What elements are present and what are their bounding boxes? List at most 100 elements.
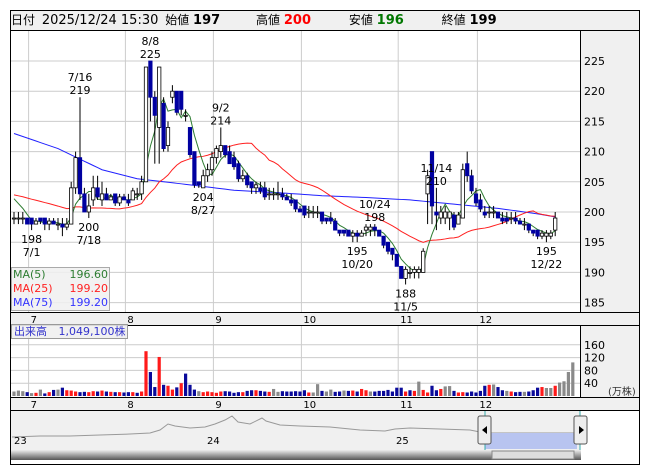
scrollbar-thumb[interactable]	[491, 450, 575, 460]
price-annotation-date: 8/8	[142, 35, 160, 48]
candle-body	[280, 193, 285, 198]
candle-body	[104, 193, 109, 201]
volume-bar	[197, 391, 201, 396]
candle-body	[262, 187, 267, 198]
volume-bar	[421, 389, 425, 396]
price-tick-label: 190	[584, 266, 605, 279]
volume-bar	[342, 390, 346, 396]
candle-body	[473, 193, 479, 204]
candle-body	[38, 217, 43, 222]
volume-tick-label: 160	[584, 339, 605, 352]
candle-body	[64, 223, 69, 228]
volume-bar	[38, 389, 42, 396]
volume-bar	[192, 389, 196, 396]
candle-body	[192, 151, 197, 186]
candle-body	[451, 214, 457, 228]
month-row-bg-2	[10, 397, 640, 410]
candle-body	[434, 211, 439, 216]
volume-bar	[118, 392, 122, 396]
volume-bar	[566, 372, 570, 396]
candle-body	[231, 157, 237, 168]
volume-bar	[509, 391, 513, 396]
volume-bar	[25, 392, 29, 396]
candle-body	[531, 229, 536, 234]
volume-bar	[368, 391, 372, 396]
volume-bar	[333, 391, 337, 396]
month-label: 9	[215, 400, 221, 411]
volume-bar	[373, 391, 377, 396]
candle-body	[249, 181, 254, 189]
candle-body	[29, 217, 34, 225]
volume-bar	[456, 392, 460, 396]
volume-bar	[324, 391, 328, 396]
candle-body	[399, 265, 404, 279]
candle-body	[416, 268, 421, 273]
candle-body	[465, 163, 470, 177]
navigator-left-handle[interactable]	[477, 415, 492, 445]
candle-body	[121, 196, 127, 201]
candle-body	[509, 217, 514, 220]
price-annotation-value: 204	[193, 191, 214, 204]
volume-bar	[60, 387, 64, 396]
navigator-selection[interactable]	[485, 433, 577, 449]
ma5-value: 196.60	[69, 268, 109, 281]
volume-bar	[21, 391, 25, 396]
volume-bar	[320, 390, 324, 396]
volume-tick-label: 120	[584, 352, 605, 365]
volume-bar	[496, 387, 500, 396]
candle-body	[240, 175, 245, 180]
volume-value: 1,049,100株	[58, 325, 126, 338]
candle-body	[42, 217, 47, 225]
price-tick-label: 220	[584, 85, 605, 98]
candle-body	[113, 193, 118, 204]
volume-bar	[16, 390, 20, 396]
volume-bar	[210, 392, 214, 396]
volume-bar	[549, 388, 553, 396]
candle-body	[324, 217, 329, 222]
volume-bar	[316, 384, 320, 396]
candle-body	[267, 193, 272, 196]
ma75-value: 199.20	[69, 296, 109, 309]
candle-body	[482, 211, 487, 216]
candle-body	[33, 220, 39, 225]
candle-body	[311, 211, 316, 214]
volume-bar	[162, 384, 166, 396]
month-label: 10	[303, 400, 316, 411]
candle-body	[223, 145, 228, 156]
candle-body	[152, 96, 157, 116]
volume-bar	[272, 388, 276, 396]
candle-body	[77, 157, 83, 195]
price-annotation-date: 7/16	[68, 71, 93, 84]
candle-body	[214, 148, 219, 159]
volume-bar	[175, 387, 179, 396]
price-tick-label: 200	[584, 206, 605, 219]
volume-bar	[571, 362, 575, 396]
volume-bar	[87, 392, 91, 396]
price-annotation-value: 198	[364, 211, 385, 224]
candle-body	[302, 205, 307, 216]
volume-bar	[219, 391, 223, 396]
ma25-label: MA(25)	[13, 282, 53, 295]
candle-body	[91, 187, 96, 201]
candle-body	[447, 211, 452, 219]
candle-body	[469, 175, 474, 192]
date-label: 日付	[11, 13, 36, 27]
high-value: 200	[283, 13, 311, 28]
candle-body	[350, 232, 355, 237]
volume-bar	[434, 390, 438, 396]
candle-body	[209, 157, 215, 171]
candle-body	[495, 211, 501, 219]
volume-bar	[258, 390, 262, 396]
nav-year-label: 23	[14, 436, 27, 447]
candle-body	[341, 229, 347, 234]
volume-bar	[536, 387, 540, 396]
volume-bar	[527, 391, 531, 396]
candle-body	[315, 211, 320, 214]
volume-bar	[214, 392, 218, 396]
volume-label: 出来高	[14, 325, 47, 338]
navigator-right-handle[interactable]	[573, 415, 588, 445]
candle-body	[227, 151, 232, 165]
volume-bar	[144, 351, 148, 396]
volume-bar	[43, 393, 47, 396]
candle-body	[394, 253, 399, 267]
